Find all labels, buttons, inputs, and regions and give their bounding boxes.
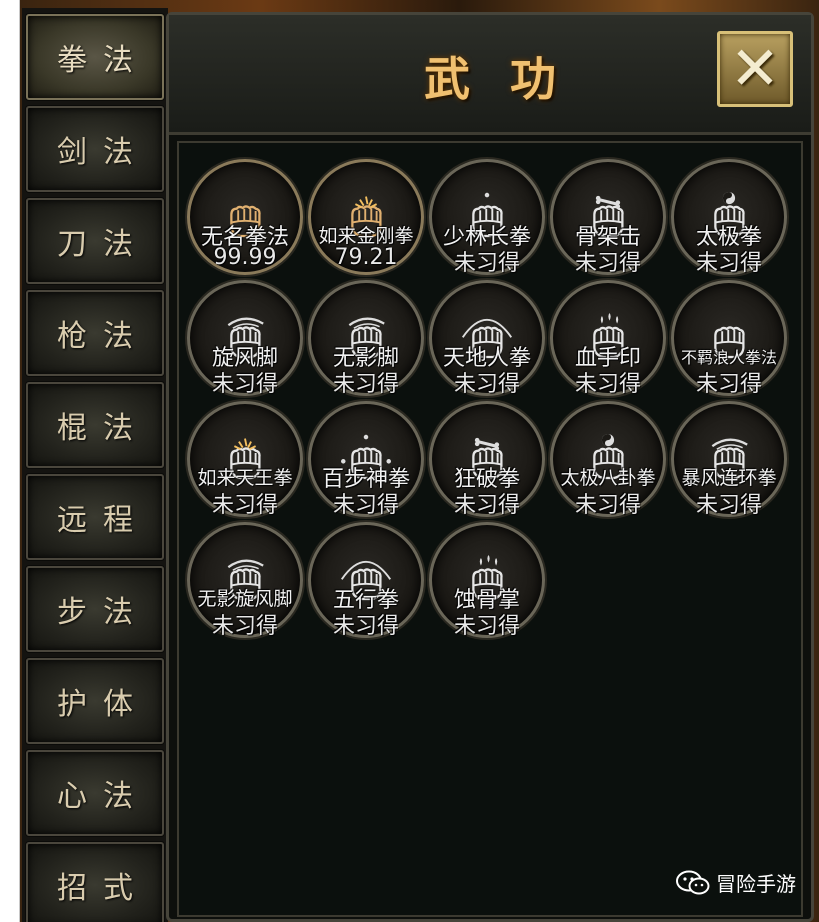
skill-slot[interactable]: 百步神拳 未习得 [308,401,424,518]
tab-daofa[interactable]: 刀法 [26,198,164,284]
skill-slot[interactable]: 暴风连环拳 未习得 [671,401,787,518]
skill-status: 未习得 [695,493,762,518]
skill-status: 未习得 [211,493,278,518]
skill-status: 未习得 [695,372,762,397]
close-button[interactable]: ✕ [717,31,793,107]
skill-name: 暴风连环拳 [681,467,777,489]
skill-slot[interactable]: 狂破拳 未习得 [429,401,545,518]
skill-status: 未习得 [453,251,520,276]
skill-slot[interactable]: 少林长拳 未习得 [429,159,545,276]
skill-name: 如来金刚拳 [318,225,414,247]
skill-slot[interactable]: 无影旋风脚 未习得 [187,522,303,639]
tab-label: 远程 [57,503,149,538]
tab-label: 步法 [57,595,149,630]
tab-zhaoshi[interactable]: 招式 [26,842,164,922]
tab-gunfa[interactable]: 棍法 [26,382,164,468]
wechat-icon [676,870,710,894]
skill-status: 未习得 [574,251,641,276]
skill-name: 太极八卦拳 [560,467,656,489]
skill-status: 未习得 [574,372,641,397]
skill-status: 未习得 [453,614,520,639]
skill-slot[interactable]: 无影脚 未习得 [308,280,424,397]
tab-yuancheng[interactable]: 远程 [26,474,164,560]
skill-slot[interactable]: 无名拳法 99.99 [187,159,303,275]
tab-label: 拳法 [57,43,149,78]
skill-status: 99.99 [213,245,277,270]
skill-slot[interactable]: 太极拳 未习得 [671,159,787,276]
tab-label: 护体 [57,687,149,722]
skill-slot[interactable]: 骨架击 未习得 [550,159,666,276]
skill-name: 不羁浪人拳法 [680,348,777,367]
tab-label: 招式 [57,871,149,906]
tab-label: 剑法 [57,135,149,170]
page-title: 武功 [424,52,596,106]
skill-slot[interactable]: 太极八卦拳 未习得 [550,401,666,518]
skill-status: 未习得 [695,251,762,276]
skill-grid: 无名拳法 99.99 如来金刚拳 79.21 少林长拳 未习得 骨架击 未习得 太极拳 未习得 旋风… [177,141,803,917]
category-sidebar: 拳法 剑法 刀法 枪法 棍法 远程 步法 护体 心法 招式 [22,8,168,922]
tab-huti[interactable]: 护体 [26,658,164,744]
skill-status: 未习得 [332,372,399,397]
skill-slot[interactable]: 不羁浪人拳法 未习得 [671,280,787,397]
tab-quanfa[interactable]: 拳法 [26,14,164,100]
skill-slot[interactable]: 如来天王拳 未习得 [187,401,303,518]
close-icon: ✕ [729,34,781,104]
panel-header: 武功 ✕ [169,15,811,135]
page-margin [0,0,20,922]
skill-status: 未习得 [574,493,641,518]
tab-label: 棍法 [57,411,149,446]
skill-status: 79.21 [334,245,398,270]
skill-slot[interactable]: 如来金刚拳 79.21 [308,159,424,275]
tab-label: 枪法 [57,319,149,354]
tab-bufa[interactable]: 步法 [26,566,164,652]
skill-slot[interactable]: 蚀骨掌 未习得 [429,522,545,639]
martial-arts-panel: 武功 ✕ 无名拳法 99.99 如来金刚拳 79.21 少林长拳 未习得 骨架击 未习得 太极拳… [166,12,814,922]
skill-slot[interactable]: 血手印 未习得 [550,280,666,397]
skill-name: 如来天王拳 [197,467,293,489]
skill-status: 未习得 [332,493,399,518]
skill-slot[interactable]: 天地人拳 未习得 [429,280,545,397]
skill-status: 未习得 [453,493,520,518]
tab-jianfa[interactable]: 剑法 [26,106,164,192]
skill-status: 未习得 [211,372,278,397]
watermark: 冒险手游 [676,868,796,897]
skill-status: 未习得 [332,614,399,639]
watermark-text: 冒险手游 [716,872,796,896]
tab-xinfa[interactable]: 心法 [26,750,164,836]
skill-slot[interactable]: 五行拳 未习得 [308,522,424,639]
tab-qiangfa[interactable]: 枪法 [26,290,164,376]
skill-name: 无影旋风脚 [197,588,293,610]
skill-status: 未习得 [211,614,278,639]
tab-label: 刀法 [57,227,149,262]
skill-slot[interactable]: 旋风脚 未习得 [187,280,303,397]
tab-label: 心法 [57,779,149,814]
skill-status: 未习得 [453,372,520,397]
